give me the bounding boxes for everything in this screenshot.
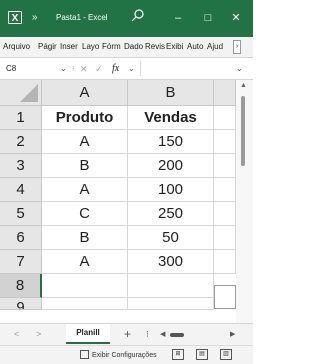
tab-help[interactable]: Ajud [207, 41, 229, 53]
hscroll-right-icon[interactable]: ▶ [230, 329, 235, 341]
cell-a2[interactable]: A [42, 130, 128, 154]
status-bar: Exibir Configurações ⊞ ▤ ▥ [0, 345, 253, 364]
page-break-view-icon[interactable]: ▥ [220, 349, 232, 360]
vertical-scrollbar[interactable]: ▲ ▼ [236, 80, 253, 343]
cell-b1[interactable]: Vendas [128, 106, 214, 130]
display-settings-button[interactable]: Exibir Configurações [92, 350, 157, 361]
tab-page-layout[interactable]: Págir [38, 41, 59, 53]
cell-b3[interactable]: 200 [128, 154, 214, 178]
cell-a5[interactable]: C [42, 202, 128, 226]
add-sheet-button[interactable]: + [124, 327, 131, 341]
column-header-a[interactable]: A [42, 80, 128, 106]
page-layout-view-icon[interactable]: ▤ [196, 349, 208, 360]
cell-a6[interactable]: B [42, 226, 128, 250]
window-title: Pasta1 - Excel [56, 13, 108, 22]
row-header[interactable]: 2 [0, 130, 42, 154]
function-dropdown-icon[interactable]: ⌄ [128, 63, 135, 75]
cell-b9[interactable] [128, 298, 214, 310]
cell-b8[interactable] [128, 274, 214, 298]
ribbon-tabs: Arquivo Págir Inser Layo Fórm Dado Revis… [0, 37, 253, 58]
name-box-dropdown-icon[interactable]: ⌄ [60, 63, 67, 75]
excel-logo-icon: X [8, 11, 22, 24]
hscroll-left-icon[interactable]: ◀ [160, 329, 165, 341]
row-header[interactable]: 5 [0, 202, 42, 226]
cell-c1[interactable] [214, 106, 236, 130]
normal-view-icon[interactable]: ⊞ [172, 349, 184, 360]
formula-bar: C8 ⌄ ⁝ ✕ ✓ fx ⌄ ⌄ [0, 58, 253, 80]
formula-input[interactable] [140, 61, 235, 76]
row-header[interactable]: 1 [0, 106, 42, 130]
cell-a9[interactable] [42, 298, 128, 310]
row-header-selected[interactable]: 8 [0, 274, 42, 298]
tab-automate[interactable]: Auto [187, 41, 206, 53]
cell-b2[interactable]: 150 [128, 130, 214, 154]
row-header[interactable]: 9 [0, 298, 42, 310]
tab-file[interactable]: Arquivo [3, 41, 37, 53]
cell-a8[interactable] [42, 274, 128, 298]
quick-access-chevron-icon[interactable]: » [32, 11, 38, 25]
cell-b4[interactable]: 100 [128, 178, 214, 202]
cell-c2[interactable] [214, 130, 236, 154]
cell-a3[interactable]: B [42, 154, 128, 178]
cancel-formula-icon[interactable]: ✕ [80, 63, 88, 75]
cell-c3[interactable] [214, 154, 236, 178]
tab-insert[interactable]: Inser [60, 41, 82, 53]
cell-c4[interactable] [214, 178, 236, 202]
close-button[interactable]: ✕ [228, 10, 244, 26]
display-settings-icon[interactable] [80, 350, 89, 359]
cell-c5[interactable] [214, 202, 236, 226]
cell-b7[interactable]: 300 [128, 250, 214, 274]
cell-b6[interactable]: 50 [128, 226, 214, 250]
tab-formulas[interactable]: Fórm [102, 41, 123, 53]
restore-button[interactable]: □ [200, 10, 216, 26]
horizontal-scroll-thumb[interactable] [170, 333, 184, 337]
sheet-tab-active[interactable]: Planill [66, 324, 110, 344]
select-all-button[interactable] [0, 80, 42, 106]
selected-cell-c8[interactable] [214, 285, 236, 309]
next-sheet-icon[interactable]: > [36, 328, 41, 340]
row-header[interactable]: 6 [0, 226, 42, 250]
name-box[interactable]: C8 [6, 63, 16, 75]
column-header-c[interactable] [214, 80, 236, 106]
row-header[interactable]: 7 [0, 250, 42, 274]
cell-c6[interactable] [214, 226, 236, 250]
prev-sheet-icon[interactable]: < [14, 328, 19, 340]
ribbon-more-button[interactable]: › [233, 40, 241, 54]
sheet-tab-bar: < > Planill + ⁝ ◀ ▶ [0, 323, 253, 345]
expand-formula-bar-icon[interactable]: ⌄ [236, 63, 243, 75]
tab-layout[interactable]: Layo [82, 41, 102, 53]
formula-bar-separator: ⁝ [72, 64, 75, 73]
cell-a1[interactable]: Produto [42, 106, 128, 130]
search-icon[interactable] [130, 8, 146, 24]
cell-a7[interactable]: A [42, 250, 128, 274]
sheet-menu-icon[interactable]: ⁝ [146, 328, 149, 340]
vertical-scroll-thumb[interactable] [241, 96, 245, 166]
tab-data[interactable]: Dado [124, 41, 144, 53]
insert-function-icon[interactable]: fx [112, 62, 119, 75]
cell-a4[interactable]: A [42, 178, 128, 202]
tab-review[interactable]: Revis [145, 41, 166, 53]
minimize-button[interactable]: – [170, 10, 186, 26]
title-bar: X » Pasta1 - Excel – □ ✕ [0, 0, 253, 37]
tab-view[interactable]: Exibi [166, 41, 186, 53]
column-header-b[interactable]: B [128, 80, 214, 106]
cell-b5[interactable]: 250 [128, 202, 214, 226]
scroll-up-icon[interactable]: ▲ [240, 82, 247, 89]
worksheet-grid: A B 1 Produto Vendas 2 A 150 3 B 200 4 A… [0, 80, 253, 343]
row-header[interactable]: 4 [0, 178, 42, 202]
row-header[interactable]: 3 [0, 154, 42, 178]
enter-formula-icon[interactable]: ✓ [95, 63, 103, 75]
cell-c7[interactable] [214, 250, 236, 274]
